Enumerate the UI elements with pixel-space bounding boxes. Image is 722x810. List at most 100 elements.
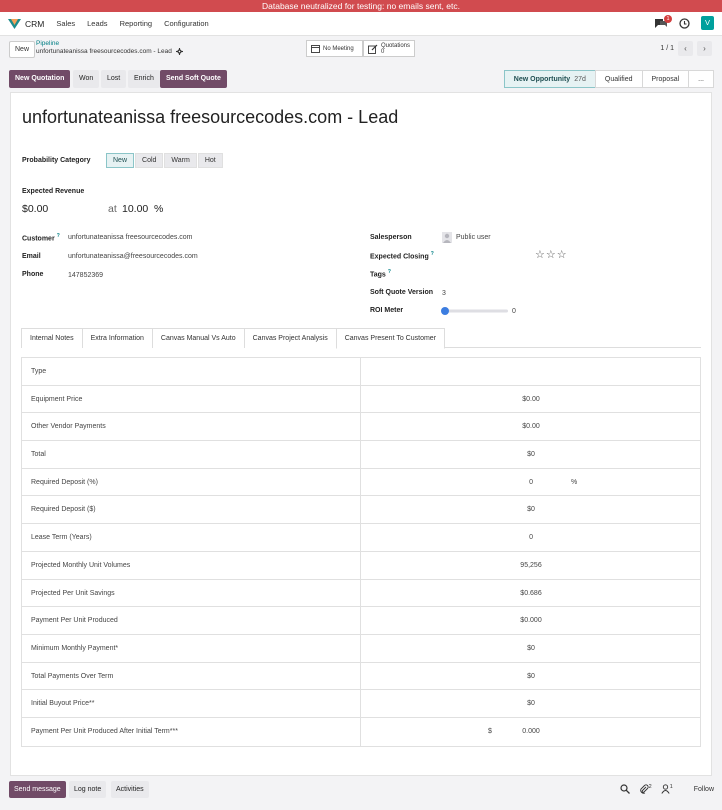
pager-next-button[interactable]: › bbox=[697, 41, 712, 56]
row-label: Minimum Monthly Payment* bbox=[22, 634, 362, 662]
stage-duration: 27d bbox=[574, 76, 586, 83]
menu-configuration[interactable]: Configuration bbox=[164, 19, 209, 28]
lead-title[interactable]: unfortunateanissa freesourcecodes.com - … bbox=[22, 107, 398, 128]
attachments-button[interactable]: 2 bbox=[639, 784, 652, 794]
row-value-cell[interactable]: $0.000 bbox=[361, 718, 700, 746]
activity-clock-icon[interactable] bbox=[679, 17, 690, 29]
row-value-cell[interactable]: $0.686 bbox=[361, 580, 700, 607]
new-quotation-button[interactable]: New Quotation bbox=[9, 70, 71, 88]
row-value-cell[interactable]: $0 bbox=[361, 690, 700, 717]
breadcrumb-current: unfortunateanissa freesourcecodes.com - … bbox=[36, 48, 172, 55]
row-value: $0 bbox=[527, 672, 535, 680]
help-icon[interactable]: ? bbox=[57, 233, 60, 239]
row-value-cell[interactable]: $0.00 bbox=[361, 413, 700, 440]
tab-canvas-present-to-customer[interactable]: Canvas Present To Customer bbox=[335, 328, 446, 349]
salesperson-field[interactable]: Public user bbox=[442, 232, 491, 243]
app-name[interactable]: CRM bbox=[25, 19, 44, 29]
probability-category-label: Probability Category bbox=[22, 157, 91, 164]
pager-previous-button[interactable]: ‹ bbox=[678, 41, 693, 56]
stage-proposal[interactable]: Proposal bbox=[641, 70, 690, 88]
row-value: 0.000 bbox=[522, 727, 540, 735]
row-value-cell[interactable]: 0 bbox=[361, 524, 700, 551]
help-icon[interactable]: ? bbox=[431, 251, 434, 257]
row-value: $0.686 bbox=[520, 589, 542, 597]
gear-icon[interactable] bbox=[175, 48, 183, 55]
table-row: Required Deposit ($) $0 bbox=[22, 496, 700, 525]
messaging-icon[interactable]: 1 bbox=[654, 15, 672, 30]
tab-internal-notes[interactable]: Internal Notes bbox=[21, 328, 83, 348]
star-icon[interactable]: ☆ bbox=[546, 249, 557, 261]
lost-button[interactable]: Lost bbox=[101, 70, 127, 88]
at-label: at bbox=[108, 203, 117, 215]
row-value-cell[interactable]: $0 bbox=[361, 635, 700, 662]
help-icon[interactable]: ? bbox=[388, 269, 391, 275]
tab-canvas-project-analysis[interactable]: Canvas Project Analysis bbox=[243, 328, 337, 348]
roi-meter-label: ROI Meter bbox=[370, 307, 404, 314]
probability-cold-option[interactable]: Cold bbox=[135, 153, 164, 168]
table-row: Projected Per Unit Savings $0.686 bbox=[22, 579, 700, 608]
priority-stars[interactable]: ☆☆☆ bbox=[535, 248, 568, 261]
menu-sales[interactable]: Sales bbox=[56, 19, 75, 28]
stage-new-opportunity[interactable]: New Opportunity 27d bbox=[503, 70, 596, 88]
user-avatar[interactable]: V bbox=[701, 16, 714, 30]
quotations-smart-button[interactable]: Quotations 0 bbox=[363, 40, 415, 57]
percent-sign: % bbox=[154, 203, 164, 215]
stage-more-dropdown[interactable]: ... bbox=[688, 70, 714, 88]
neutralized-banner: Database neutralized for testing: no ema… bbox=[0, 0, 722, 12]
customer-field[interactable]: unfortunateanissa freesourcecodes.com bbox=[68, 234, 193, 241]
star-icon[interactable]: ☆ bbox=[535, 249, 546, 261]
roi-meter-slider[interactable] bbox=[440, 306, 510, 316]
probability-hot-option[interactable]: Hot bbox=[197, 153, 223, 168]
row-value: 0 bbox=[529, 534, 533, 542]
row-label: Other Vendor Payments bbox=[22, 413, 362, 441]
probability-field[interactable]: 10.00 bbox=[122, 203, 148, 215]
row-value: $0 bbox=[527, 644, 535, 652]
star-icon[interactable]: ☆ bbox=[557, 249, 568, 261]
stage-qualified[interactable]: Qualified bbox=[594, 70, 643, 88]
phone-field[interactable]: 147852369 bbox=[68, 272, 103, 279]
row-value-cell[interactable]: $0.00 bbox=[361, 386, 700, 413]
row-value-cell[interactable]: 0% bbox=[361, 469, 700, 496]
won-button[interactable]: Won bbox=[73, 70, 100, 88]
row-value-cell[interactable]: $0 bbox=[361, 441, 700, 468]
meeting-smart-button[interactable]: No Meeting bbox=[306, 40, 363, 57]
percent-suffix: % bbox=[571, 478, 578, 486]
control-panel: New Pipeline unfortunateanissa freesourc… bbox=[0, 37, 722, 63]
row-value-cell[interactable] bbox=[361, 358, 700, 385]
search-icon[interactable] bbox=[620, 784, 630, 794]
table-row: Type bbox=[22, 358, 700, 386]
row-label: Required Deposit ($) bbox=[22, 496, 362, 524]
tab-canvas-manual-vs-auto[interactable]: Canvas Manual Vs Auto bbox=[151, 328, 245, 348]
log-note-button[interactable]: Log note bbox=[69, 781, 107, 798]
phone-label: Phone bbox=[22, 271, 44, 278]
follow-button[interactable]: Follow bbox=[694, 786, 714, 793]
probability-warm-option[interactable]: Warm bbox=[164, 153, 197, 168]
pager-value[interactable]: 1 / 1 bbox=[660, 45, 674, 52]
email-field[interactable]: unfortunateanissa@freesourcecodes.com bbox=[68, 253, 198, 260]
breadcrumb-pipeline-link[interactable]: Pipeline bbox=[36, 40, 183, 47]
tab-extra-information[interactable]: Extra Information bbox=[81, 328, 153, 348]
paperclip-icon bbox=[639, 784, 649, 794]
send-message-button[interactable]: Send message bbox=[9, 781, 66, 798]
expected-closing-label: Expected Closing? bbox=[370, 251, 434, 261]
menu-reporting[interactable]: Reporting bbox=[120, 19, 153, 28]
activities-button[interactable]: Activities bbox=[111, 781, 149, 798]
probability-new-option[interactable]: New bbox=[106, 153, 135, 168]
enrich-button[interactable]: Enrich bbox=[128, 70, 160, 88]
row-value: $0 bbox=[527, 506, 535, 514]
row-label: Equipment Price bbox=[22, 385, 362, 413]
row-value-cell[interactable]: $0.000 bbox=[361, 607, 700, 634]
expected-revenue-field[interactable]: $0.00 bbox=[22, 203, 48, 215]
calendar-icon bbox=[311, 45, 320, 53]
quotations-count: 0 bbox=[380, 48, 385, 55]
row-value-cell[interactable]: $0 bbox=[361, 663, 700, 690]
crm-logo-icon[interactable] bbox=[8, 18, 21, 29]
new-record-button[interactable]: New bbox=[9, 41, 36, 58]
row-value-cell[interactable]: 95,256 bbox=[361, 552, 700, 579]
soft-quote-version-field[interactable]: 3 bbox=[442, 290, 446, 297]
menu-leads[interactable]: Leads bbox=[87, 19, 107, 28]
send-soft-quote-button[interactable]: Send Soft Quote bbox=[160, 70, 227, 88]
followers-button[interactable]: 1 bbox=[661, 784, 673, 794]
row-label: Projected Per Unit Savings bbox=[22, 579, 362, 607]
row-value-cell[interactable]: $0 bbox=[361, 496, 700, 523]
